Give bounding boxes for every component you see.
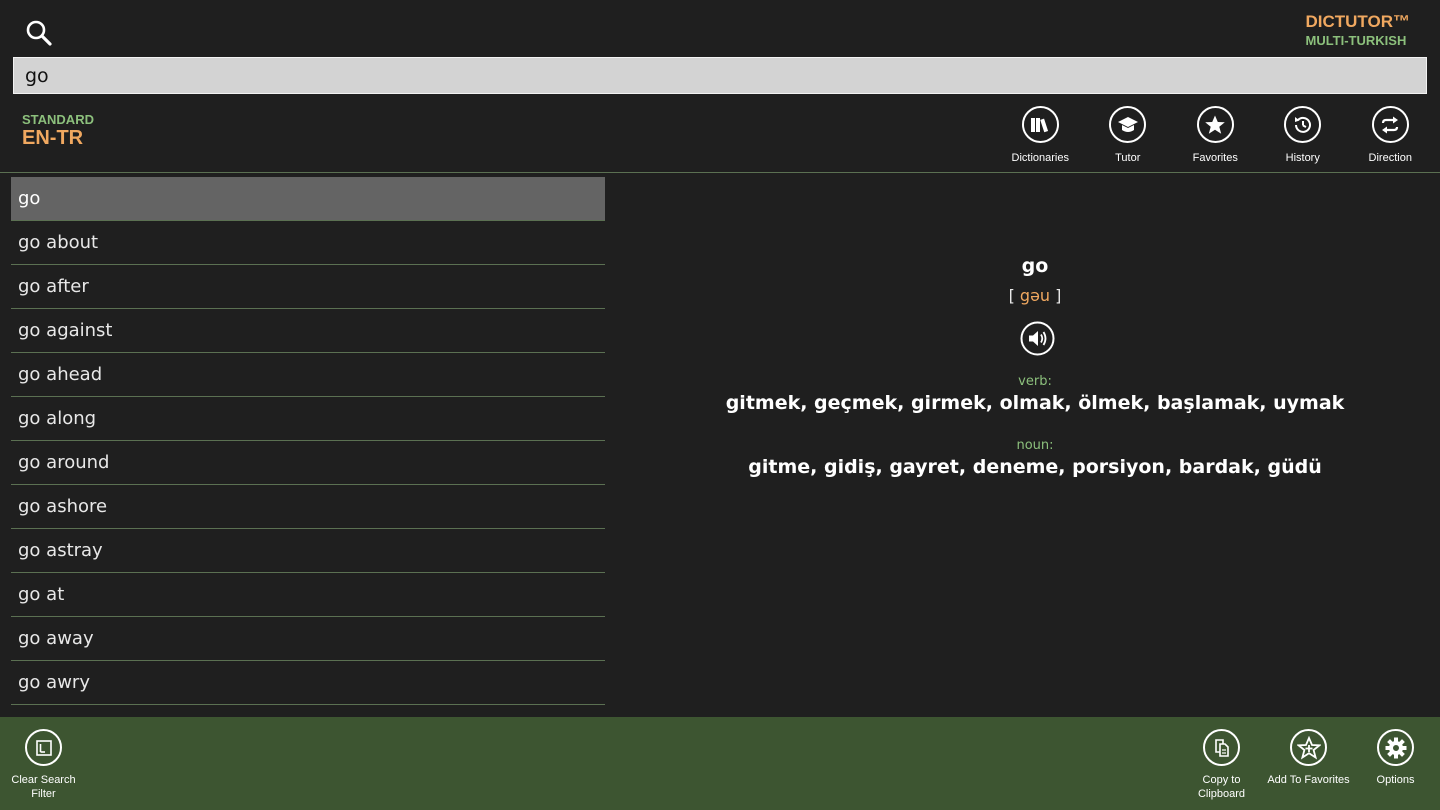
list-item[interactable]: go around bbox=[11, 441, 605, 485]
list-item[interactable]: go at bbox=[11, 573, 605, 617]
direction-label: Direction bbox=[1368, 152, 1412, 164]
tutor-button[interactable]: Tutor bbox=[1084, 106, 1172, 164]
add-to-favorites-button[interactable]: Add To Favorites bbox=[1265, 729, 1352, 787]
dictionary-mode-label: STANDARD bbox=[22, 112, 94, 127]
list-item[interactable]: go after bbox=[11, 265, 605, 309]
brand-subtitle: MULTI-TURKISH bbox=[1305, 33, 1407, 48]
dictionaries-button[interactable]: Dictionaries bbox=[997, 106, 1085, 164]
star-icon bbox=[1196, 106, 1234, 143]
swap-arrows-icon bbox=[1371, 106, 1409, 143]
noun-meanings: gitme, gidiş, gayret, deneme, porsiyon, … bbox=[748, 456, 1322, 478]
list-item[interactable]: go awry bbox=[11, 661, 605, 705]
list-item[interactable]: go ashore bbox=[11, 485, 605, 529]
search-input[interactable] bbox=[13, 57, 1427, 94]
phonetic-bracket-close: ] bbox=[1055, 286, 1062, 305]
phonetic-bracket-open: [ bbox=[1008, 286, 1015, 305]
verb-meanings: gitmek, geçmek, girmek, olmak, ölmek, ba… bbox=[725, 392, 1345, 414]
gear-icon bbox=[1377, 729, 1414, 766]
copy-icon bbox=[1203, 729, 1240, 766]
options-button[interactable]: Options bbox=[1352, 729, 1439, 787]
history-label: History bbox=[1285, 152, 1320, 164]
favorites-button[interactable]: Favorites bbox=[1172, 106, 1260, 164]
list-item[interactable]: go against bbox=[11, 309, 605, 353]
pos-noun-label: noun: bbox=[1016, 438, 1054, 453]
speaker-icon[interactable] bbox=[1020, 321, 1054, 356]
headword: go bbox=[1021, 255, 1049, 277]
dictionaries-label: Dictionaries bbox=[1011, 152, 1069, 164]
favorites-label: Favorites bbox=[1192, 152, 1238, 164]
list-item[interactable]: go ahead bbox=[11, 353, 605, 397]
copy-to-clipboard-button[interactable]: Copy to Clipboard bbox=[1178, 729, 1265, 801]
history-clock-icon bbox=[1284, 106, 1322, 143]
app-window: DICTUTOR™ MULTI-TURKISH STANDARD EN-TR D… bbox=[0, 0, 1440, 810]
phonetic: [ gəu ] bbox=[630, 286, 1440, 305]
header-divider bbox=[0, 172, 1440, 173]
tutor-label: Tutor bbox=[1115, 152, 1141, 164]
definition-panel: go [ gəu ] verb: gitmek, geçmek, girmek,… bbox=[630, 255, 1440, 478]
bottom-app-bar: Clear Search Filter Copy to Clipboard Ad… bbox=[0, 717, 1440, 810]
pos-verb-label: verb: bbox=[1018, 374, 1052, 389]
clear-search-filter-button[interactable]: Clear Search Filter bbox=[0, 729, 87, 801]
search-icon[interactable] bbox=[24, 18, 54, 48]
clear-filter-icon bbox=[25, 729, 62, 766]
books-icon bbox=[1021, 106, 1059, 143]
dictionary-mode[interactable]: STANDARD EN-TR bbox=[22, 112, 94, 150]
word-list[interactable]: go go about go after go against go ahead… bbox=[11, 177, 605, 717]
list-item[interactable]: go along bbox=[11, 397, 605, 441]
history-button[interactable]: History bbox=[1259, 106, 1347, 164]
list-item[interactable]: go away bbox=[11, 617, 605, 661]
list-item[interactable]: go bbox=[11, 177, 605, 221]
list-item[interactable]: go astray bbox=[11, 529, 605, 573]
add-star-icon bbox=[1290, 729, 1327, 766]
add-to-favorites-label: Add To Favorites bbox=[1267, 774, 1350, 786]
options-label: Options bbox=[1376, 774, 1415, 786]
direction-button[interactable]: Direction bbox=[1347, 106, 1435, 164]
copy-to-clipboard-label: Copy to Clipboard bbox=[1197, 774, 1246, 800]
brand-name: DICTUTOR™ bbox=[1305, 12, 1410, 31]
app-brand: DICTUTOR™ MULTI-TURKISH bbox=[1305, 12, 1410, 48]
list-item[interactable]: go about bbox=[11, 221, 605, 265]
clear-search-filter-label: Clear Search Filter bbox=[11, 774, 76, 800]
graduation-cap-icon bbox=[1109, 106, 1147, 143]
dictionary-direction: EN-TR bbox=[22, 127, 84, 149]
phonetic-transcription: gəu bbox=[1019, 286, 1051, 305]
top-toolbar: Dictionaries Tutor Favorites History Dir… bbox=[997, 106, 1435, 164]
